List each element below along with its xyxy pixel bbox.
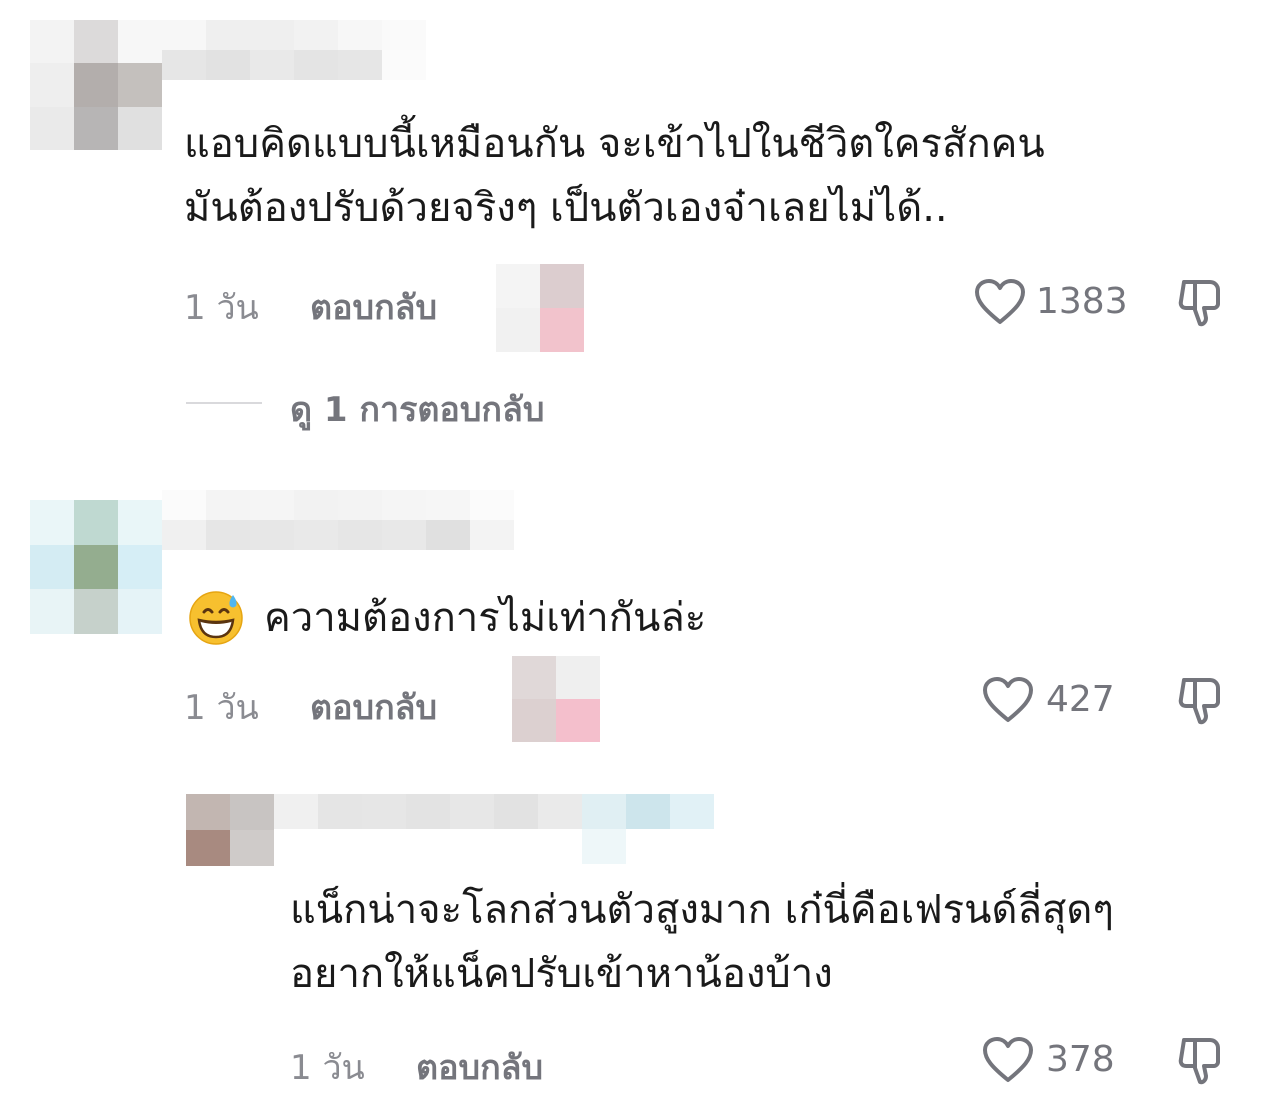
heart-outline-icon[interactable] (974, 278, 1026, 326)
grinning-face-with-sweat-icon (188, 590, 244, 646)
avatar[interactable] (30, 20, 162, 150)
divider (186, 402, 262, 404)
reply-button[interactable]: ตอบกลับ (310, 680, 437, 734)
censored-tag (496, 264, 584, 352)
like-count: 378 (1046, 1039, 1115, 1080)
thumbs-down-icon[interactable] (1176, 1036, 1226, 1086)
comment-time: 1 วัน (184, 688, 259, 728)
heart-outline-icon[interactable] (982, 676, 1034, 724)
comment-text: แน็กน่าจะโลกส่วนตัวสูงมาก เก๋นี่คือเฟรนด… (290, 878, 1114, 1006)
view-replies-button[interactable]: ดู 1 การตอบกลับ (290, 382, 544, 436)
username[interactable] (162, 490, 514, 550)
comment-line: แน็กน่าจะโลกส่วนตัวสูงมาก เก๋นี่คือเฟรนด… (290, 887, 1114, 933)
reply-button[interactable]: ตอบกลับ (416, 1040, 543, 1094)
comment-line: มันต้องปรับด้วยจริงๆ เป็นตัวเองจ๋าเลยไม่… (184, 185, 948, 231)
like-count: 427 (1046, 679, 1115, 720)
username[interactable] (274, 794, 714, 864)
censored-tag (512, 656, 600, 742)
like-count: 1383 (1036, 281, 1128, 322)
comment-text: แอบคิดแบบนี้เหมือนกัน จะเข้าไปในชีวิตใคร… (184, 112, 1045, 240)
comment-line: อยากให้แน็คปรับเข้าหาน้องบ้าง (290, 951, 833, 997)
avatar[interactable] (186, 794, 274, 866)
avatar[interactable] (30, 500, 162, 634)
comment-time: 1 วัน (290, 1048, 365, 1088)
comment-line: แอบคิดแบบนี้เหมือนกัน จะเข้าไปในชีวิตใคร… (184, 121, 1045, 167)
username[interactable] (162, 20, 426, 80)
comment-text: ความต้องการไม่เท่ากันล่ะ (264, 586, 706, 650)
reply-button[interactable]: ตอบกลับ (310, 280, 437, 334)
comment-line: ความต้องการไม่เท่ากันล่ะ (264, 595, 707, 641)
thumbs-down-icon[interactable] (1176, 278, 1226, 328)
comment-time: 1 วัน (184, 288, 259, 328)
heart-outline-icon[interactable] (982, 1036, 1034, 1084)
thumbs-down-icon[interactable] (1176, 676, 1226, 726)
